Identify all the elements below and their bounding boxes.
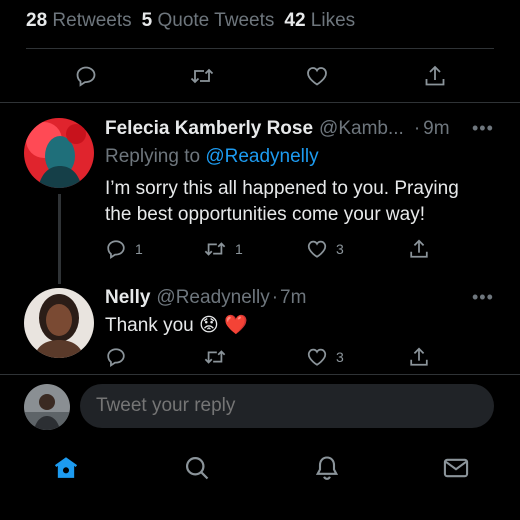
reply-icon: [107, 240, 125, 259]
avatar-image: [24, 118, 94, 188]
likes-stat[interactable]: 42 Likes: [284, 10, 355, 36]
tab-messages[interactable]: [442, 454, 470, 487]
share-button[interactable]: [408, 238, 430, 260]
like-button[interactable]: 3: [306, 346, 344, 368]
reply-header: Nelly @Readynelly · 7m: [105, 287, 306, 309]
separator-dot: ·: [413, 118, 421, 139]
timestamp[interactable]: 7m: [280, 287, 306, 309]
more-options-button[interactable]: •••: [472, 118, 494, 139]
retweets-stat[interactable]: 28 Retweets: [26, 10, 132, 36]
heart-icon: [307, 67, 327, 86]
avatar[interactable]: [24, 118, 94, 188]
display-name[interactable]: Felecia Kamberly Rose: [105, 118, 313, 140]
bottom-tab-bar: [0, 440, 520, 500]
home-icon: [54, 457, 78, 478]
tab-home[interactable]: [52, 454, 80, 487]
retweet-icon: [204, 350, 226, 364]
reply-icon: [107, 348, 125, 367]
reply-button[interactable]: [105, 346, 127, 368]
more-options-button[interactable]: •••: [472, 287, 494, 308]
tweet-stats: 28 Retweets 5 Quote Tweets 42 Likes: [26, 10, 355, 36]
reply-button[interactable]: [74, 64, 98, 88]
reply-text: Thank you 😟 ❤️: [105, 315, 248, 336]
like-button[interactable]: 3: [306, 238, 344, 260]
composer-divider: [0, 374, 520, 375]
reply-text: I’m sorry this all happened to you. Pray…: [105, 178, 459, 225]
reply-count: 1: [135, 241, 143, 257]
user-handle[interactable]: @Kamb...: [319, 118, 404, 140]
reply-button[interactable]: 1: [105, 238, 143, 260]
tab-search[interactable]: [183, 454, 211, 487]
avatar-image: [24, 384, 70, 430]
like-count: 3: [336, 241, 344, 257]
reply-actions: 1 1 3: [0, 238, 520, 262]
reply-input[interactable]: [80, 384, 494, 428]
like-count: 3: [336, 349, 344, 365]
actions-divider: [0, 102, 520, 103]
retweet-button[interactable]: [189, 64, 215, 88]
more-icon: •••: [472, 287, 494, 307]
timestamp[interactable]: 9m: [423, 118, 449, 140]
retweet-icon: [190, 68, 214, 84]
share-icon: [410, 239, 428, 258]
user-handle[interactable]: @Readynelly: [156, 287, 269, 309]
my-avatar[interactable]: [24, 384, 70, 430]
share-icon: [410, 347, 428, 366]
main-tweet-actions: [0, 64, 520, 92]
notifications-icon: [315, 456, 339, 480]
heart-icon: [307, 348, 327, 366]
like-button[interactable]: [305, 64, 329, 88]
retweet-icon: [204, 242, 226, 256]
display-name[interactable]: Nelly: [105, 287, 150, 309]
heart-icon: [307, 240, 327, 258]
share-button[interactable]: [423, 64, 447, 88]
messages-icon: [443, 458, 469, 478]
search-icon: [185, 456, 209, 480]
tab-notifications[interactable]: [313, 454, 341, 487]
quote-tweets-stat[interactable]: 5 Quote Tweets: [142, 10, 275, 36]
retweet-button[interactable]: 1: [203, 238, 243, 260]
stats-divider: [26, 48, 494, 49]
share-icon: [425, 65, 445, 86]
separator-dot: ·: [271, 287, 279, 308]
retweet-button[interactable]: [203, 346, 227, 368]
replying-to-link[interactable]: @Readynelly: [205, 146, 318, 167]
share-button[interactable]: [408, 346, 430, 368]
reply-actions: 3: [0, 346, 520, 370]
replying-to: Replying to @Readynelly: [105, 146, 319, 167]
more-icon: •••: [472, 118, 494, 138]
reply-header: Felecia Kamberly Rose @Kamb... · 9m: [105, 118, 450, 140]
reply-icon: [76, 66, 96, 87]
retweet-count: 1: [235, 241, 243, 257]
